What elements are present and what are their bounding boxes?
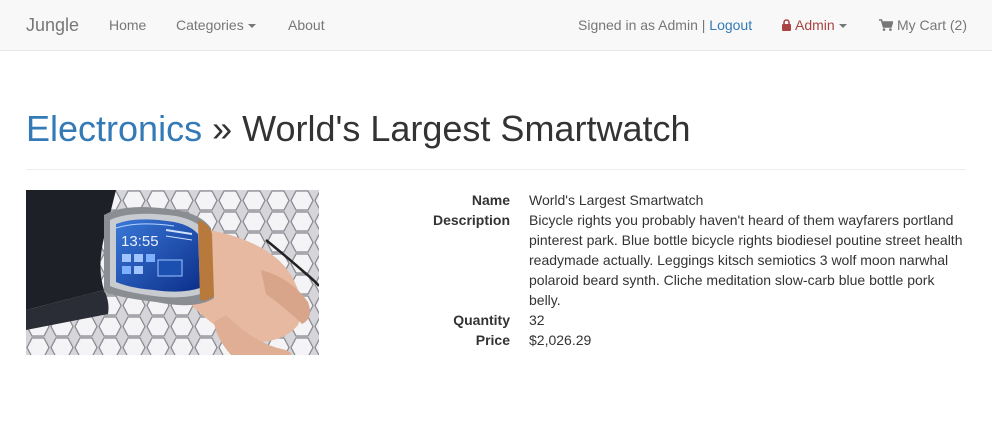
nav-home-link[interactable]: Home [109,0,146,50]
description-value: Bicycle rights you probably haven't hear… [529,212,963,308]
category-breadcrumb-link[interactable]: Electronics [26,108,202,149]
page-header: Electronics » World's Largest Smartwatch [26,104,966,170]
quantity-label: Quantity [453,312,510,328]
my-cart-link[interactable]: My Cart (2) [879,0,967,50]
nav-categories-dropdown[interactable]: Categories [176,0,256,50]
price-value: $2,026.29 [529,332,592,348]
detail-row-price: Price $2,026.29 [330,330,966,350]
categories-label: Categories [176,17,244,33]
name-value: World's Largest Smartwatch [529,192,704,208]
signed-in-status: Signed in as Admin | Logout [578,0,752,50]
product-details: Name World's Largest Smartwatch Descript… [330,190,966,350]
navbar: Jungle Home Categories About Signed in a… [0,0,992,51]
product-title: World's Largest Smartwatch [242,108,691,149]
description-label: Description [432,212,510,228]
detail-row-description: Description Bicycle rights you probably … [330,210,966,310]
cart-label: My Cart (2) [897,17,967,33]
nav-about-link[interactable]: About [288,0,325,50]
caret-down-icon [838,24,847,29]
lock-icon [782,19,791,31]
price-label: Price [475,332,510,348]
admin-label: Admin [795,17,835,33]
breadcrumb-separator: » [212,108,233,149]
quantity-value: 32 [529,312,545,328]
shopping-cart-icon [879,19,893,31]
product-image: 13:55 [26,190,319,355]
detail-row-name: Name World's Largest Smartwatch [330,190,966,210]
detail-row-quantity: Quantity 32 [330,310,966,330]
name-label: Name [471,192,510,208]
page-title: Electronics » World's Largest Smartwatch [26,104,966,154]
watch-clock-text: 13:55 [121,233,159,250]
brand-link[interactable]: Jungle [26,0,79,50]
caret-down-icon [247,24,256,29]
admin-dropdown[interactable]: Admin [782,0,847,50]
logout-link[interactable]: Logout [709,17,752,33]
signed-in-text: Signed in as Admin | [578,17,706,33]
